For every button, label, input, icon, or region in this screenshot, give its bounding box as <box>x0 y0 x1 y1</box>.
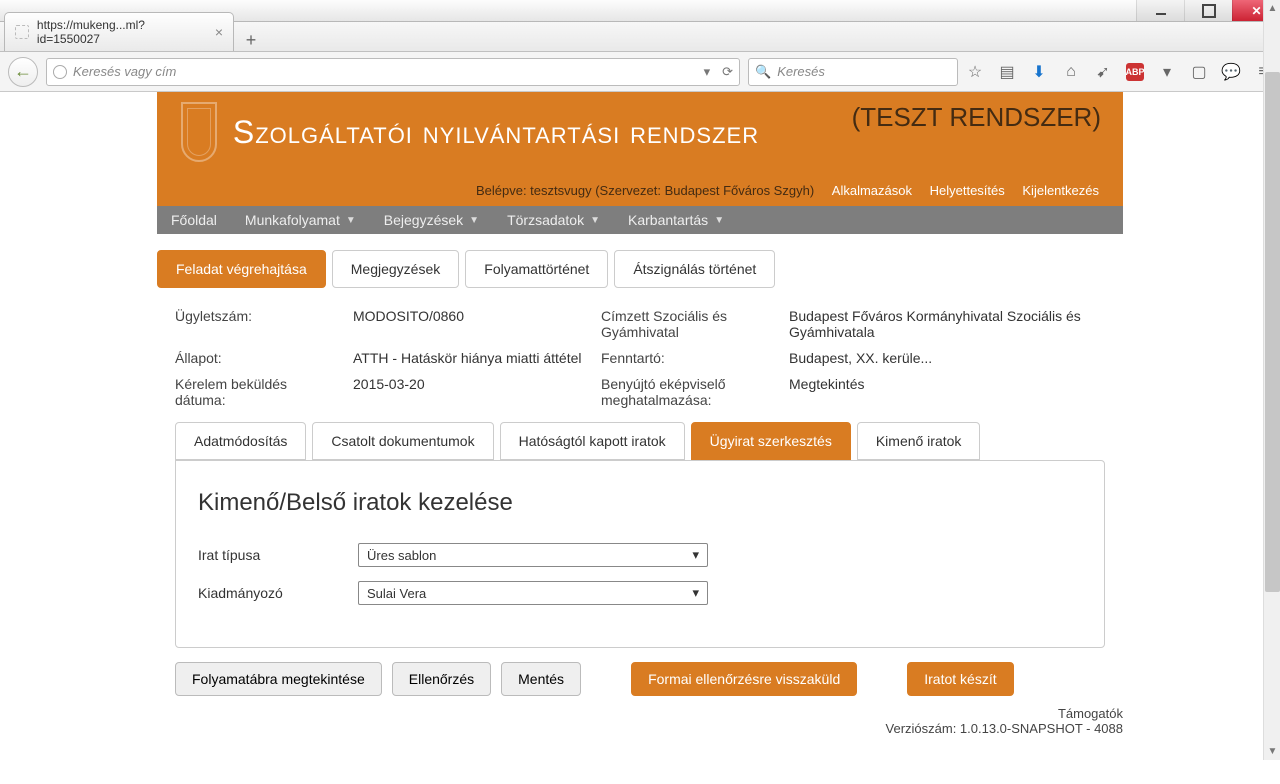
save-button[interactable]: Mentés <box>501 662 581 696</box>
select-signer[interactable]: Sulai Vera ▾ <box>358 581 708 605</box>
top-tabs: Feladat végrehajtása Megjegyzések Folyam… <box>157 250 1123 288</box>
select-doc-type-value: Üres sablon <box>367 548 436 563</box>
scroll-up-icon[interactable]: ▲ <box>1264 0 1280 17</box>
panel-heading: Kimenő/Belső iratok kezelése <box>198 489 1082 517</box>
chevron-down-icon: ▾ <box>692 585 699 601</box>
browser-navbar: ← Keresés vagy cím ▾ ⟳ 🔍 Keresés ☆ ▤ ⬇ ⌂… <box>0 52 1280 92</box>
value-maintainer: Budapest, XX. kerüle... <box>789 350 1105 366</box>
chat-icon[interactable]: 💬 <box>1222 63 1240 81</box>
label-caseno: Ügyletszám: <box>175 308 335 340</box>
link-logout[interactable]: Kijelentkezés <box>1022 183 1099 198</box>
login-bar: Belépve: tesztsvugy (Szervezet: Budapest… <box>181 176 1099 198</box>
scroll-thumb[interactable] <box>1265 72 1280 592</box>
window-minimize[interactable] <box>1136 0 1184 21</box>
nav-masterdata[interactable]: Törzsadatok▼ <box>493 206 614 234</box>
adblock-icon[interactable]: ABP <box>1126 63 1144 81</box>
link-apps[interactable]: Alkalmazások <box>832 183 912 198</box>
nav-workflow[interactable]: Munkafolyamat▼ <box>231 206 370 234</box>
chevron-down-icon: ▾ <box>692 547 699 563</box>
label-auth: Benyújtó eképviselő meghatalmazása: <box>601 376 771 408</box>
sub-tabs: Adatmódosítás Csatolt dokumentumok Hatós… <box>157 422 1123 460</box>
library-icon[interactable]: ▤ <box>998 63 1016 81</box>
globe-icon <box>53 65 67 79</box>
window-maximize[interactable] <box>1184 0 1232 21</box>
label-recipient: Címzett Szociális és Gyámhivatal <box>601 308 771 340</box>
tab-history[interactable]: Folyamattörténet <box>465 250 608 288</box>
browser-tabbar: https://mukeng...ml?id=1550027 × + <box>0 22 1280 52</box>
select-signer-value: Sulai Vera <box>367 586 426 601</box>
browser-tab[interactable]: https://mukeng...ml?id=1550027 × <box>4 12 234 51</box>
app-header: (TESZT RENDSZER) Szolgáltatói nyilvántar… <box>157 92 1123 206</box>
send-icon[interactable]: ➹ <box>1094 63 1112 81</box>
crest-icon <box>181 102 217 162</box>
view-flow-button[interactable]: Folyamatábra megtekintése <box>175 662 382 696</box>
url-bar[interactable]: Keresés vagy cím ▾ ⟳ <box>46 58 740 86</box>
panel-icon[interactable]: ▢ <box>1190 63 1208 81</box>
reload-icon[interactable]: ⟳ <box>722 64 733 80</box>
subtab-attach[interactable]: Csatolt dokumentumok <box>312 422 493 460</box>
nav-entries[interactable]: Bejegyzések▼ <box>370 206 493 234</box>
value-status: ATTH - Hatáskör hiánya miatti áttétel <box>353 350 583 366</box>
send-back-button[interactable]: Formai ellenőrzésre visszaküld <box>631 662 857 696</box>
test-system-label: (TESZT RENDSZER) <box>852 102 1101 133</box>
tab-exec[interactable]: Feladat végrehajtása <box>157 250 326 288</box>
tab-title: https://mukeng...ml?id=1550027 <box>37 18 207 46</box>
url-dropdown-icon[interactable]: ▾ <box>704 64 711 80</box>
search-icon: 🔍 <box>755 64 771 80</box>
page-footer: Támogatók Verziószám: 1.0.13.0-SNAPSHOT … <box>157 698 1123 744</box>
vertical-scrollbar[interactable]: ▲ ▼ <box>1263 0 1280 760</box>
label-doc-type: Irat típusa <box>198 547 358 563</box>
browser-toolbar: ☆ ▤ ⬇ ⌂ ➹ ABP ▾ ▢ 💬 ≡ <box>966 63 1272 81</box>
value-caseno: MODOSITO/0860 <box>353 308 583 340</box>
chevron-down-icon: ▼ <box>346 215 356 226</box>
chevron-down-icon: ▼ <box>590 215 600 226</box>
subtab-edit[interactable]: Ügyirat szerkesztés <box>691 422 851 460</box>
scroll-down-icon[interactable]: ▼ <box>1264 743 1280 760</box>
nav-home[interactable]: Főoldal <box>157 206 231 234</box>
footer-supporters[interactable]: Támogatók <box>157 706 1123 721</box>
value-sent: 2015-03-20 <box>353 376 583 408</box>
bookmark-star-icon[interactable]: ☆ <box>966 63 984 81</box>
downloads-icon[interactable]: ⬇ <box>1030 63 1048 81</box>
new-tab-button[interactable]: + <box>238 29 264 51</box>
label-signer: Kiadmányozó <box>198 585 358 601</box>
app-title: Szolgáltatói nyilvántartási rendszer <box>233 114 759 151</box>
label-maintainer: Fenntartó: <box>601 350 771 366</box>
subtab-datamod[interactable]: Adatmódosítás <box>175 422 306 460</box>
value-auth[interactable]: Megtekintés <box>789 376 1105 408</box>
search-bar[interactable]: 🔍 Keresés <box>748 58 958 86</box>
label-status: Állapot: <box>175 350 335 366</box>
login-text: Belépve: tesztsvugy (Szervezet: Budapest… <box>476 183 814 198</box>
chevron-down-icon: ▼ <box>714 215 724 226</box>
nav-maintenance[interactable]: Karbantartás▼ <box>614 206 738 234</box>
bookmark-ribbon-icon[interactable]: ▾ <box>1158 63 1176 81</box>
case-meta: Ügyletszám: MODOSITO/0860 Címzett Szociá… <box>157 294 1123 422</box>
make-doc-button[interactable]: Iratot készít <box>907 662 1013 696</box>
main-nav: Főoldal Munkafolyamat▼ Bejegyzések▼ Törz… <box>157 206 1123 234</box>
chevron-down-icon: ▼ <box>469 215 479 226</box>
home-icon[interactable]: ⌂ <box>1062 63 1080 81</box>
select-doc-type[interactable]: Üres sablon ▾ <box>358 543 708 567</box>
url-placeholder: Keresés vagy cím <box>73 64 176 79</box>
document-panel: Kimenő/Belső iratok kezelése Irat típusa… <box>175 460 1105 648</box>
tab-reassign[interactable]: Átszignálás történet <box>614 250 775 288</box>
check-button[interactable]: Ellenőrzés <box>392 662 491 696</box>
footer-version: Verziószám: 1.0.13.0-SNAPSHOT - 4088 <box>157 721 1123 736</box>
tab-notes[interactable]: Megjegyzések <box>332 250 460 288</box>
action-buttons: Folyamatábra megtekintése Ellenőrzés Men… <box>157 648 1123 698</box>
label-sent: Kérelem beküldés dátuma: <box>175 376 335 408</box>
search-placeholder: Keresés <box>777 64 825 79</box>
link-substitute[interactable]: Helyettesítés <box>930 183 1005 198</box>
back-button[interactable]: ← <box>8 57 38 87</box>
value-recipient: Budapest Főváros Kormányhivatal Szociáli… <box>789 308 1105 340</box>
favicon <box>15 25 29 39</box>
subtab-received[interactable]: Hatóságtól kapott iratok <box>500 422 685 460</box>
close-tab-icon[interactable]: × <box>215 24 223 40</box>
subtab-outgoing[interactable]: Kimenő iratok <box>857 422 981 460</box>
